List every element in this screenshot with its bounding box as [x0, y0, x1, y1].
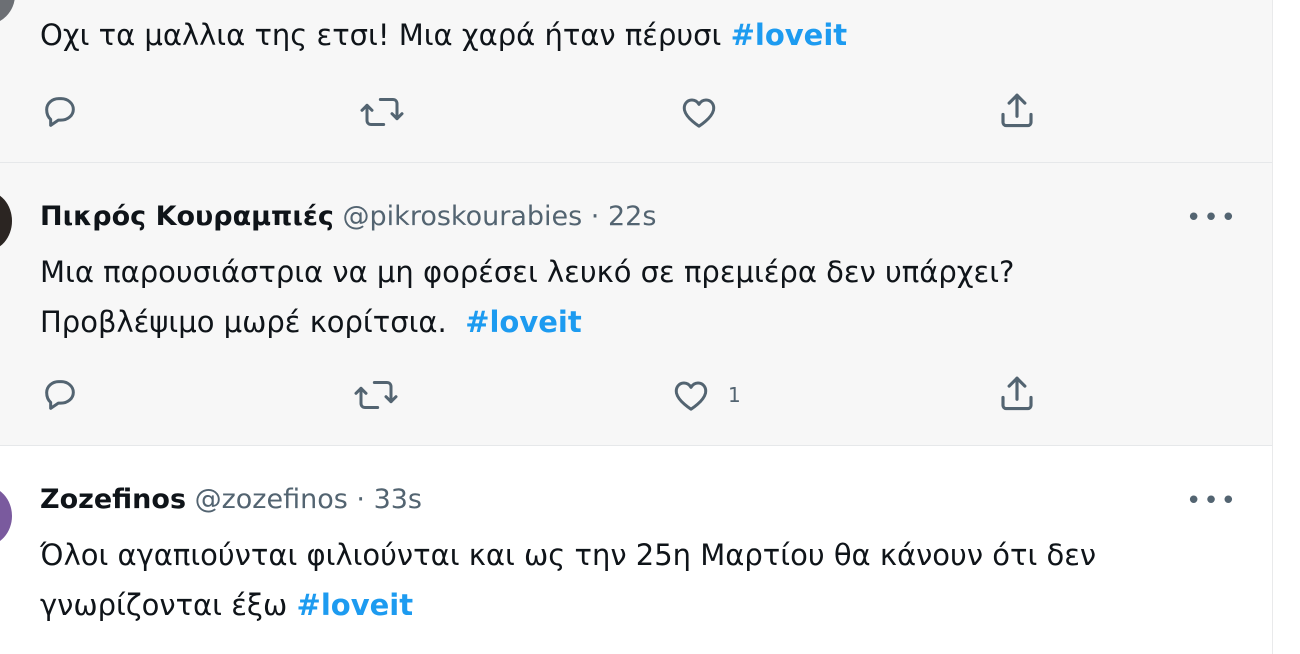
retweet-button[interactable] [358, 92, 406, 132]
avatar[interactable] [0, 191, 12, 251]
tweet-header: Zozefinos @zozefinos · 33s [40, 484, 422, 515]
separator: · [356, 484, 365, 515]
tweet-text-line: Μια παρουσιάστρια να μη φορέσει λευκό σε… [40, 255, 1015, 289]
retweet-icon [360, 98, 404, 126]
tweet-text-body: Προβλέψιμο μωρέ κορίτσια. [40, 305, 466, 339]
user-handle[interactable]: @pikroskourabies [343, 201, 583, 232]
user-handle[interactable]: @zozefinos [195, 484, 348, 515]
tweet[interactable]: Οχι τα μαλλια της ετσι! Μια χαρά ήταν πέ… [0, 0, 1272, 163]
tweet[interactable]: Zozefinos @zozefinos · 33s ••• Όλοι αγαπ… [0, 446, 1272, 654]
display-name[interactable]: Πικρός Κουραμπιές [40, 201, 334, 232]
like-icon [674, 381, 708, 411]
hashtag-link[interactable]: #loveit [731, 18, 848, 52]
more-button[interactable]: ••• [1186, 486, 1236, 516]
timeline: Οχι τα μαλλια της ετσι! Μια χαρά ήταν πέ… [0, 0, 1272, 654]
more-icon: ••• [1186, 203, 1239, 233]
avatar[interactable] [0, 0, 15, 25]
more-button[interactable]: ••• [1186, 203, 1236, 233]
reply-button[interactable] [40, 375, 80, 415]
share-button[interactable] [996, 90, 1038, 132]
separator: · [590, 201, 600, 232]
share-button[interactable] [996, 373, 1038, 415]
tweet-header: Πικρός Κουραμπιές @pikroskourabies · 22s [40, 201, 656, 232]
like-button[interactable] [678, 92, 720, 132]
like-count: 1 [728, 383, 741, 407]
tweet-text-line: Όλοι αγαπιούνται φιλιούνται και ως την 2… [40, 538, 1097, 572]
retweet-icon [354, 381, 398, 409]
hashtag-link[interactable]: #loveit [297, 588, 414, 622]
more-icon: ••• [1186, 486, 1239, 516]
hashtag-link[interactable]: #loveit [465, 305, 582, 339]
tweet-text: Μια παρουσιάστρια να μη φορέσει λευκό σε… [40, 247, 1014, 347]
display-name[interactable]: Zozefinos [40, 484, 186, 515]
reply-icon [45, 380, 75, 410]
timestamp[interactable]: 33s [374, 484, 422, 515]
share-icon [1001, 93, 1033, 128]
tweet[interactable]: Πικρός Κουραμπιές @pikroskourabies · 22s… [0, 163, 1272, 446]
reply-icon [45, 97, 75, 127]
like-icon [682, 98, 716, 128]
tweet-text-line: γνωρίζονται έξω #loveit [40, 580, 1096, 630]
tweet-text: Όλοι αγαπιούνται φιλιούνται και ως την 2… [40, 530, 1096, 630]
reply-button[interactable] [40, 92, 80, 132]
tweet-text-body: Οχι τα μαλλια της ετσι! Μια χαρά ήταν πέ… [40, 18, 731, 52]
tweet-text-body: γνωρίζονται έξω [40, 588, 297, 622]
tweet-text: Οχι τα μαλλια της ετσι! Μια χαρά ήταν πέ… [40, 10, 847, 60]
like-button[interactable]: 1 [670, 375, 741, 415]
timestamp[interactable]: 22s [608, 201, 656, 232]
share-icon [1001, 376, 1033, 411]
retweet-button[interactable] [352, 375, 400, 415]
right-column-edge [1272, 0, 1300, 654]
tweet-text-line: Προβλέψιμο μωρέ κορίτσια. #loveit [40, 297, 1014, 347]
avatar[interactable] [0, 486, 12, 546]
